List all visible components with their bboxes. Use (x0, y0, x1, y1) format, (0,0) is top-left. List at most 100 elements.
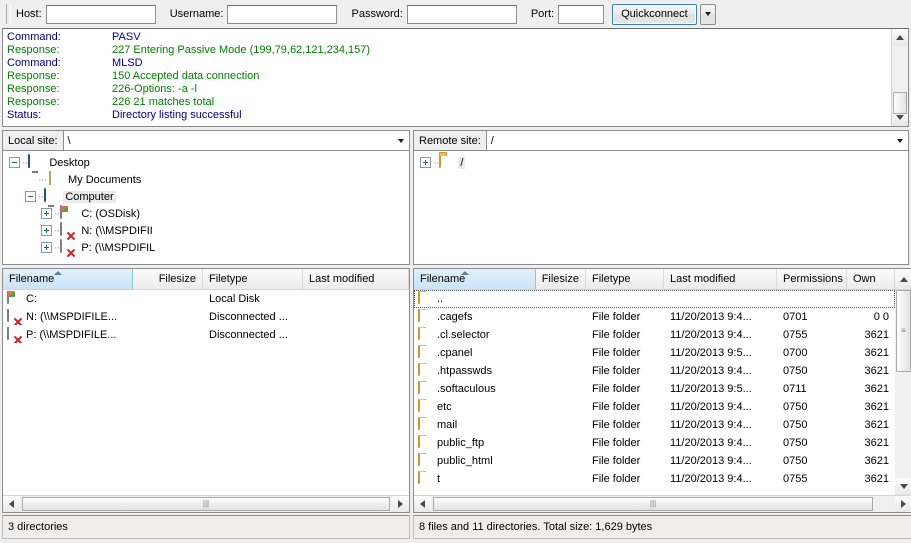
local-tree-node[interactable]: ··C: (OSDisk) (3, 205, 409, 222)
tree-connector: ·· (54, 208, 59, 220)
scroll-right-button[interactable] (392, 496, 409, 512)
cell-text: 0701 (783, 311, 807, 323)
filezilla-window: Host: Username: Password: Port: Quickcon… (0, 0, 911, 543)
cell-owner: 3621 (847, 347, 895, 359)
scroll-thumb[interactable]: ||| (22, 497, 390, 511)
remote-list-rows[interactable]: ...cagefsFile folder11/20/2013 9:4...070… (414, 290, 895, 495)
table-row[interactable]: .softaculousFile folder11/20/2013 9:5...… (414, 380, 895, 398)
local-horizontal-scrollbar[interactable]: ||| (3, 495, 409, 512)
cell-filename: .cpanel (414, 345, 536, 361)
remote-column-header-permissions[interactable]: Permissions (777, 269, 847, 289)
scroll-down-button[interactable] (895, 478, 911, 495)
table-row[interactable]: .htpasswdsFile folder11/20/2013 9:4...07… (414, 362, 895, 380)
remote-directory-tree[interactable]: ··/ (413, 151, 909, 265)
local-column-header-filename[interactable]: Filename (3, 269, 133, 289)
quickconnect-button[interactable]: Quickconnect (612, 4, 697, 25)
table-row[interactable]: etcFile folder11/20/2013 9:4...07503621 (414, 398, 895, 416)
local-tree-node[interactable]: ··Computer (3, 188, 409, 205)
scroll-right-button[interactable] (895, 496, 911, 512)
local-disk-icon (60, 206, 76, 222)
local-column-header-last-modified[interactable]: Last modified (303, 269, 409, 289)
remote-vertical-scrollbar[interactable]: ≡ (895, 290, 911, 495)
local-column-header-filetype[interactable]: Filetype (203, 269, 303, 289)
cell-text: 11/20/2013 9:4... (670, 455, 752, 467)
local-list-rows[interactable]: C: Local Disk N: (\\MSPDIFILE...Disconnect… (3, 290, 409, 495)
message-log-scrollbar[interactable] (891, 29, 908, 126)
local-tree-node[interactable]: ··P: (\\MSPDIFIL (3, 239, 409, 256)
cell-text: 0755 (783, 329, 807, 341)
remote-scroll-up-button[interactable] (895, 269, 911, 290)
username-input[interactable] (227, 5, 337, 24)
scroll-track[interactable]: ||| (431, 496, 895, 512)
table-row[interactable]: .cagefsFile folder11/20/2013 9:4...07010… (414, 308, 895, 326)
local-site-path[interactable]: \ (64, 131, 392, 150)
scroll-left-button[interactable] (3, 496, 20, 512)
cell-filename: public_ftp (414, 435, 536, 451)
network-drive-disconnected-icon (7, 309, 23, 325)
remote-site-dropdown[interactable] (891, 131, 908, 150)
expand-node-icon[interactable] (41, 208, 52, 219)
table-row[interactable]: mailFile folder11/20/2013 9:4...07503621 (414, 416, 895, 434)
local-directory-tree[interactable]: ··Desktop···My Documents··Computer··C: (… (2, 151, 410, 265)
toolbar-grip[interactable] (6, 4, 11, 24)
table-row[interactable]: .cpanelFile folder11/20/2013 9:5...07003… (414, 344, 895, 362)
host-input[interactable] (46, 5, 156, 24)
table-row[interactable]: N: (\\MSPDIFILE...Disconnected ... (3, 308, 409, 326)
column-header-label: Last modified (670, 273, 735, 285)
scroll-thumb[interactable] (893, 92, 907, 114)
scroll-thumb[interactable]: ≡ (896, 290, 911, 372)
scroll-thumb[interactable]: ||| (433, 497, 873, 511)
expand-node-icon[interactable] (420, 157, 431, 168)
cell-filetype: File folder (586, 311, 664, 323)
local-disk-icon (7, 291, 23, 307)
table-row[interactable]: .cl.selectorFile folder11/20/2013 9:4...… (414, 326, 895, 344)
log-entry-message: PASV (112, 31, 891, 44)
remote-horizontal-scrollbar[interactable]: ||| (414, 495, 911, 512)
window-bottom-edge (0, 539, 911, 543)
local-column-header-filesize[interactable]: Filesize (133, 269, 203, 289)
scroll-track[interactable]: ||| (20, 496, 392, 512)
local-tree-node[interactable]: ··N: (\\MSPDIFII (3, 222, 409, 239)
password-input[interactable] (407, 5, 517, 24)
cell-permissions: 0750 (777, 455, 847, 467)
cell-permissions: 0750 (777, 419, 847, 431)
chevron-down-icon (897, 139, 903, 143)
remote-column-header-own[interactable]: Own (847, 269, 895, 289)
cell-text: 3621 (865, 347, 889, 359)
quickconnect-history-dropdown[interactable] (700, 4, 716, 25)
table-row[interactable]: tFile folder11/20/2013 9:4...07553621 (414, 470, 895, 488)
folder-icon (418, 381, 434, 397)
message-log-list[interactable]: Command:PASVResponse:227 Entering Passiv… (3, 29, 891, 126)
table-row[interactable]: .. (414, 290, 895, 308)
host-label: Host: (16, 8, 42, 20)
remote-site-path[interactable]: / (487, 131, 891, 150)
table-row[interactable]: public_htmlFile folder11/20/2013 9:4...0… (414, 452, 895, 470)
expand-node-icon[interactable] (41, 242, 52, 253)
table-row[interactable]: P: (\\MSPDIFILE...Disconnected ... (3, 326, 409, 344)
remote-column-header-filetype[interactable]: Filetype (586, 269, 664, 289)
scroll-up-button[interactable] (892, 29, 908, 46)
table-row[interactable]: C: Local Disk (3, 290, 409, 308)
cell-filetype: Local Disk (203, 293, 303, 305)
local-site-dropdown[interactable] (392, 131, 409, 150)
cell-filename: C: (3, 291, 133, 307)
local-tree-node[interactable]: ··Desktop (3, 154, 409, 171)
remote-tree-node[interactable]: ··/ (414, 154, 908, 171)
table-row[interactable]: public_ftpFile folder11/20/2013 9:4...07… (414, 434, 895, 452)
expand-node-icon[interactable] (41, 225, 52, 236)
scroll-track[interactable] (892, 46, 908, 109)
disconnected-icon (13, 317, 22, 325)
remote-column-header-filesize[interactable]: Filesize (536, 269, 586, 289)
scroll-track[interactable]: ≡ (895, 290, 911, 478)
log-entry-type: Response: (7, 44, 112, 57)
sort-ascending-icon (54, 271, 62, 275)
local-tree-node[interactable]: ···My Documents (3, 171, 409, 188)
collapse-node-icon[interactable] (25, 191, 36, 202)
cell-text: .cl.selector (437, 329, 490, 341)
scroll-left-button[interactable] (414, 496, 431, 512)
collapse-node-icon[interactable] (9, 157, 20, 168)
remote-column-header-last-modified[interactable]: Last modified (664, 269, 777, 289)
remote-column-header-filename[interactable]: Filename (414, 269, 536, 289)
triangle-up-icon (900, 277, 908, 282)
port-input[interactable] (558, 5, 604, 24)
